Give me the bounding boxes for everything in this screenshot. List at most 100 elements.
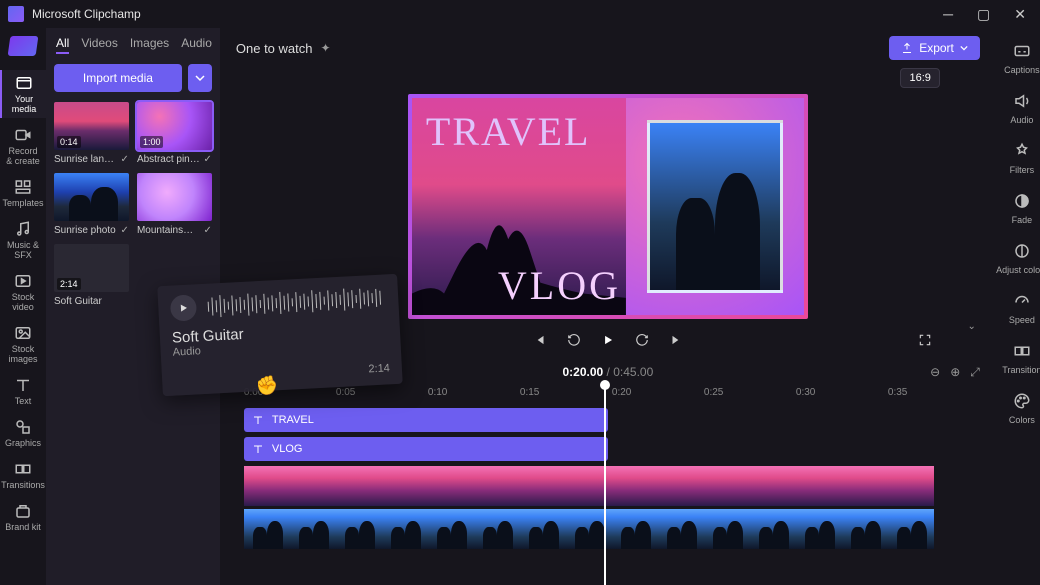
- stock-images-icon: [14, 324, 32, 342]
- audio-preview-play-button[interactable]: [170, 294, 197, 321]
- tab-all[interactable]: All: [56, 36, 69, 54]
- rail-item-text[interactable]: Text: [0, 372, 46, 410]
- rr-item-captions[interactable]: Captions: [996, 38, 1040, 80]
- preview-text-travel: TRAVEL: [426, 108, 591, 155]
- clipchamp-logo-icon[interactable]: [8, 36, 39, 56]
- text-track-vlog[interactable]: VLOG: [244, 437, 608, 461]
- minimize-icon[interactable]: ─: [943, 6, 953, 23]
- tab-images[interactable]: Images: [130, 36, 169, 54]
- maximize-icon[interactable]: ▢: [977, 6, 990, 23]
- rewind-icon[interactable]: [567, 333, 581, 347]
- checkmark-icon: ✓: [121, 154, 129, 165]
- rail-label: Stock images: [0, 344, 46, 364]
- rail-item-your-media[interactable]: Your media: [0, 70, 46, 118]
- preview-text-vlog: VLOG: [498, 262, 621, 309]
- right-rail: Captions Audio Filters Fade Adjust color…: [996, 28, 1040, 585]
- rail-label: Brand kit: [0, 522, 46, 532]
- audio-preview-duration: 2:14: [368, 362, 390, 375]
- rail-label: Text: [0, 396, 46, 406]
- zoom-out-icon[interactable]: ⊖: [930, 365, 940, 380]
- collapse-panel-icon[interactable]: ⌄: [968, 321, 976, 332]
- media-thumb-mountains[interactable]: Mountains…✓: [137, 173, 212, 236]
- brand-kit-icon: [14, 502, 32, 520]
- rr-item-audio[interactable]: Audio: [996, 88, 1040, 130]
- app-title: Microsoft Clipchamp: [32, 7, 141, 21]
- rail-item-record[interactable]: Record & create: [0, 122, 46, 170]
- timeline-ruler[interactable]: 0:00 0:05 0:10 0:15 0:20 0:25 0:30 0:35: [236, 387, 980, 398]
- rail-item-transitions[interactable]: Transitions: [0, 456, 46, 494]
- rr-item-fade[interactable]: Fade: [996, 188, 1040, 230]
- rail-label: Stock video: [0, 292, 46, 312]
- tab-videos[interactable]: Videos: [81, 36, 117, 54]
- text-track-travel[interactable]: TRAVEL: [244, 408, 608, 432]
- rail-item-brand-kit[interactable]: Brand kit: [0, 498, 46, 536]
- adjust-colors-icon: [1013, 242, 1031, 260]
- text-icon: [252, 414, 264, 426]
- chevron-down-icon: [195, 73, 205, 83]
- media-thumb-soft-guitar[interactable]: 2:14 Soft Guitar: [54, 244, 129, 307]
- fade-icon: [1013, 192, 1031, 210]
- audio-drag-preview[interactable]: Soft Guitar Audio 2:14: [157, 274, 402, 396]
- close-icon[interactable]: ✕: [1014, 6, 1026, 23]
- zoom-in-icon[interactable]: ⊕: [950, 365, 960, 380]
- titlebar: Microsoft Clipchamp ─ ▢ ✕: [0, 0, 1040, 28]
- skip-back-icon[interactable]: [533, 333, 547, 347]
- timeline-tracks: TRAVEL VLOG: [236, 408, 980, 552]
- rail-label: Record & create: [0, 146, 46, 166]
- video-preview[interactable]: TRAVEL VLOG: [408, 94, 808, 319]
- rail-item-music[interactable]: Music & SFX: [0, 216, 46, 264]
- stock-video-icon: [14, 272, 32, 290]
- rail-item-templates[interactable]: Templates: [0, 174, 46, 212]
- app-logo-icon: [8, 6, 24, 22]
- captions-icon: [1013, 42, 1031, 60]
- import-dropdown-button[interactable]: [188, 64, 212, 92]
- grab-cursor-icon: ✊: [254, 374, 280, 399]
- time-current: 0:20.00: [563, 365, 604, 379]
- text-icon: [14, 376, 32, 394]
- import-media-button[interactable]: Import media: [54, 64, 182, 92]
- tab-audio[interactable]: Audio: [181, 36, 212, 54]
- rr-item-filters[interactable]: Filters: [996, 138, 1040, 180]
- rr-item-colors[interactable]: Colors: [996, 388, 1040, 430]
- rr-item-adjust-colors[interactable]: Adjust colors: [996, 238, 1040, 280]
- media-thumb-abstract-pink[interactable]: 1:00 Abstract pink…✓: [137, 102, 212, 165]
- zoom-fit-icon[interactable]: ⤢: [970, 365, 980, 380]
- rail-item-graphics[interactable]: Graphics: [0, 414, 46, 452]
- rail-label: Graphics: [0, 438, 46, 448]
- rail-item-stock-images[interactable]: Stock images: [0, 320, 46, 368]
- music-icon: [14, 220, 32, 238]
- rail-label: Your media: [2, 94, 46, 114]
- media-thumb-sunrise-photo[interactable]: Sunrise photo✓: [54, 173, 129, 236]
- fullscreen-icon[interactable]: [918, 333, 932, 347]
- graphics-icon: [14, 418, 32, 436]
- palette-icon: [1013, 392, 1031, 410]
- rr-item-speed[interactable]: Speed: [996, 288, 1040, 330]
- rr-item-transition[interactable]: Transition: [996, 338, 1040, 380]
- video-track-photo[interactable]: [244, 509, 980, 549]
- playhead[interactable]: [604, 385, 606, 585]
- media-thumb-sunrise-landscape[interactable]: 0:14 Sunrise land…✓: [54, 102, 129, 165]
- video-track-sunrise[interactable]: [244, 466, 980, 506]
- record-icon: [14, 126, 32, 144]
- sparkle-icon[interactable]: ✦: [321, 41, 331, 55]
- media-tabs: All Videos Images Audio: [54, 36, 212, 54]
- export-button[interactable]: Export: [889, 36, 980, 60]
- forward-icon[interactable]: [635, 333, 649, 347]
- play-icon: [177, 302, 190, 315]
- aspect-ratio-badge[interactable]: 16:9: [900, 68, 939, 88]
- speaker-icon: [1013, 92, 1031, 110]
- rail-item-stock-video[interactable]: Stock video: [0, 268, 46, 316]
- inset-photo: [647, 120, 782, 294]
- rail-label: Music & SFX: [0, 240, 46, 260]
- transition-icon: [1013, 342, 1031, 360]
- filters-icon: [1013, 142, 1031, 160]
- play-icon[interactable]: [601, 333, 615, 347]
- checkmark-icon: ✓: [121, 225, 129, 236]
- rail-label: Templates: [0, 198, 46, 208]
- time-total: 0:45.00: [613, 365, 653, 379]
- speed-icon: [1013, 292, 1031, 310]
- project-name[interactable]: One to watch: [236, 41, 313, 56]
- rail-label: Transitions: [0, 480, 46, 490]
- skip-forward-icon[interactable]: [669, 333, 683, 347]
- text-icon: [252, 443, 264, 455]
